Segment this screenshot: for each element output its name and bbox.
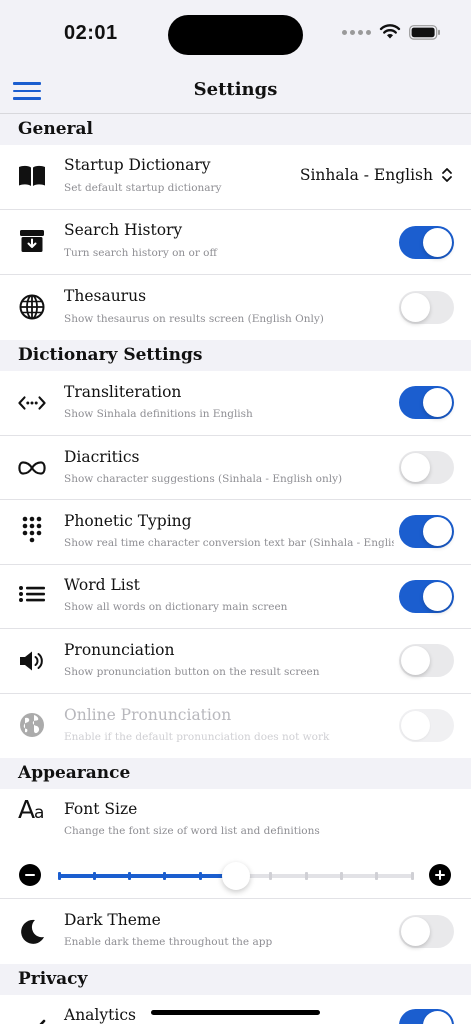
chart-icon	[18, 1015, 46, 1024]
online-pronunciation-title: Online Pronunciation	[64, 706, 232, 724]
search-history-row: Search History Turn search history on or…	[0, 210, 471, 275]
section-header-privacy: Privacy	[0, 964, 471, 995]
search-history-title: Search History	[64, 221, 183, 239]
speaker-icon	[18, 647, 46, 675]
word-list-toggle[interactable]	[399, 580, 454, 613]
diacritics-toggle[interactable]	[399, 451, 454, 484]
font-size-slider-row	[0, 845, 471, 899]
transliteration-subtitle: Show Sinhala definitions in English	[64, 408, 253, 420]
dark-theme-row: Dark Theme Enable dark theme throughout …	[0, 899, 471, 964]
diacritics-row: Diacritics Show character suggestions (S…	[0, 436, 471, 500]
slider-tick	[269, 872, 273, 880]
word-list-row: Word List Show all words on dictionary m…	[0, 565, 471, 629]
nav-bar: Settings	[0, 70, 471, 114]
font-size-title: Font Size	[64, 800, 138, 818]
transliteration-title: Transliteration	[64, 383, 182, 401]
online-pronunciation-toggle[interactable]	[399, 709, 454, 742]
section-header-general: General	[0, 114, 471, 145]
online-pronunciation-row: Online Pronunciation Enable if the defau…	[0, 694, 471, 758]
search-history-subtitle: Turn search history on or off	[64, 247, 217, 259]
list-icon	[18, 582, 46, 610]
battery-icon	[409, 24, 440, 40]
slider-tick	[198, 872, 202, 880]
status-icons	[342, 24, 441, 40]
pronunciation-row: Pronunciation Show pronunciation button …	[0, 629, 471, 694]
section-header-dictionary: Dictionary Settings	[0, 340, 471, 371]
slider-tick	[304, 872, 308, 880]
font-size-slider-fill	[59, 874, 236, 878]
status-time: 02:01	[64, 22, 118, 44]
cellular-signal-icon	[342, 29, 371, 35]
slider-tick	[128, 872, 132, 880]
slider-tick	[163, 872, 167, 880]
analytics-toggle[interactable]	[399, 1009, 454, 1024]
world-icon	[18, 711, 46, 739]
font-size-subtitle: Change the font size of word list and de…	[64, 825, 320, 837]
startup-dictionary-title: Startup Dictionary	[64, 156, 211, 174]
wifi-icon	[379, 24, 401, 39]
phonetic-typing-row: Phonetic Typing Show real time character…	[0, 500, 471, 565]
thesaurus-toggle[interactable]	[399, 291, 454, 324]
word-list-subtitle: Show all words on dictionary main screen	[64, 601, 288, 613]
globe-icon	[18, 293, 46, 321]
status-bar: 02:01	[0, 0, 471, 70]
word-list-title: Word List	[64, 576, 140, 594]
pronunciation-toggle[interactable]	[399, 644, 454, 677]
keypad-icon	[18, 516, 46, 544]
startup-dictionary-select[interactable]: Sinhala - English	[300, 166, 453, 184]
chevron-up-down-icon	[442, 168, 452, 182]
startup-dictionary-value: Sinhala - English	[299, 166, 433, 184]
online-pronunciation-subtitle: Enable if the default pronunciation does…	[64, 731, 330, 743]
text-size-icon: Aa	[18, 795, 50, 823]
phonetic-typing-subtitle: Show real time character conversion text…	[64, 537, 394, 549]
moon-icon	[18, 918, 46, 946]
code-arrows-icon	[18, 389, 46, 417]
transliteration-row: Transliteration Show Sinhala definitions…	[0, 371, 471, 436]
archive-icon	[18, 227, 46, 255]
diacritics-title: Diacritics	[64, 448, 140, 466]
pronunciation-subtitle: Show pronunciation button on the result …	[64, 666, 320, 678]
slider-tick	[339, 872, 343, 880]
transliteration-toggle[interactable]	[399, 386, 454, 419]
svg-text:A: A	[18, 795, 35, 823]
thesaurus-row: Thesaurus Show thesaurus on results scre…	[0, 275, 471, 340]
decrease-font-icon[interactable]	[19, 864, 41, 886]
thesaurus-title: Thesaurus	[64, 287, 147, 305]
pronunciation-title: Pronunciation	[64, 641, 175, 659]
slider-tick	[92, 872, 96, 880]
svg-text:a: a	[34, 803, 44, 823]
dark-theme-toggle[interactable]	[399, 915, 454, 948]
analytics-title: Analytics	[64, 1006, 136, 1024]
font-size-row: Aa Font Size Change the font size of wor…	[0, 789, 471, 845]
search-history-toggle[interactable]	[399, 226, 454, 259]
phonetic-typing-toggle[interactable]	[399, 515, 454, 548]
thesaurus-subtitle: Show thesaurus on results screen (Englis…	[64, 313, 324, 325]
dynamic-island	[168, 15, 303, 55]
dark-theme-title: Dark Theme	[64, 911, 161, 929]
infinity-icon	[18, 454, 46, 482]
book-icon	[18, 162, 46, 190]
slider-tick	[375, 872, 379, 880]
diacritics-subtitle: Show character suggestions (Sinhala - En…	[64, 473, 343, 485]
page-title: Settings	[193, 79, 278, 100]
phonetic-typing-title: Phonetic Typing	[64, 512, 192, 530]
font-size-slider[interactable]	[57, 862, 414, 890]
slider-tick	[410, 872, 414, 880]
section-header-appearance: Appearance	[0, 758, 471, 789]
increase-font-icon[interactable]	[429, 864, 451, 886]
slider-tick	[57, 872, 61, 880]
startup-dictionary-row[interactable]: Startup Dictionary Set default startup d…	[0, 145, 471, 210]
dark-theme-subtitle: Enable dark theme throughout the app	[64, 936, 273, 948]
home-indicator	[151, 1010, 320, 1015]
font-size-slider-thumb[interactable]	[221, 862, 250, 890]
